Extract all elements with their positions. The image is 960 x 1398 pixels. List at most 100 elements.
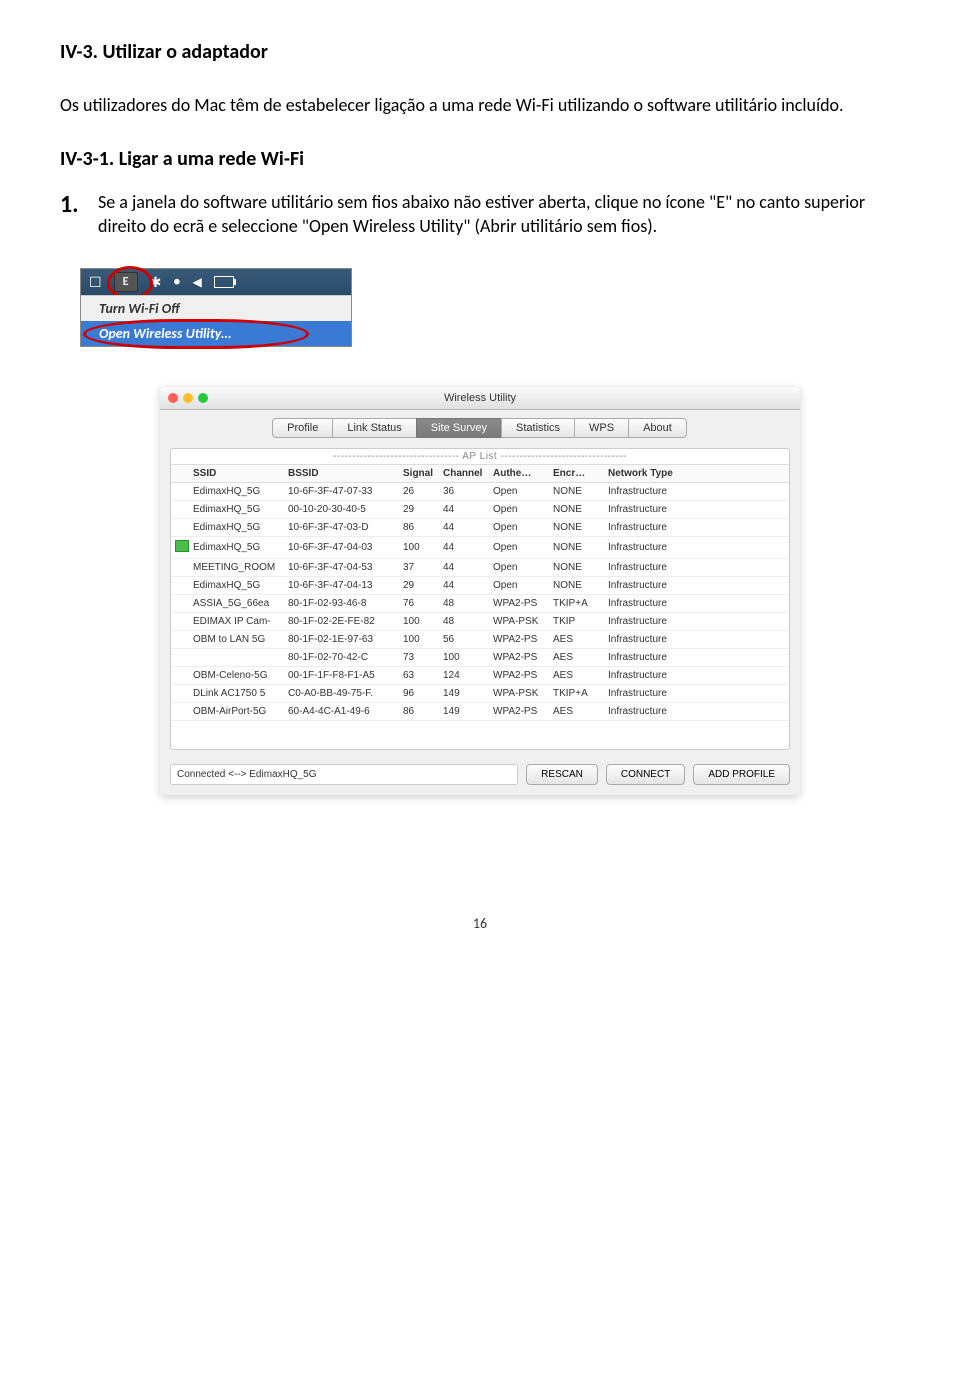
- table-cell: Infrastructure: [604, 631, 789, 649]
- table-cell: WPA-PSK: [489, 685, 549, 703]
- row-indicator: [171, 519, 189, 537]
- table-row[interactable]: EDIMAX IP Cam-80-1F-02-2E-FE-8210048WPA-…: [171, 613, 789, 631]
- row-indicator: [171, 667, 189, 685]
- table-cell: Infrastructure: [604, 613, 789, 631]
- tab-site-survey[interactable]: Site Survey: [416, 418, 502, 438]
- ap-list-panel: --------------------------------- AP Lis…: [170, 448, 790, 750]
- table-row[interactable]: EdimaxHQ_5G00-10-20-30-40-52944OpenNONEI…: [171, 501, 789, 519]
- table-row[interactable]: EdimaxHQ_5G10-6F-3F-47-03-D8644OpenNONEI…: [171, 519, 789, 537]
- section-heading: IV-3. Utilizar o adaptador: [60, 40, 900, 64]
- table-cell: 100: [399, 537, 439, 559]
- table-cell: NONE: [549, 537, 604, 559]
- table-cell: NONE: [549, 501, 604, 519]
- table-row[interactable]: OBM-Celeno-5G00-1F-1F-F8-F1-A563124WPA2-…: [171, 667, 789, 685]
- menu-item-turn-wifi-off[interactable]: Turn Wi-Fi Off: [81, 296, 351, 321]
- tab-statistics[interactable]: Statistics: [501, 418, 575, 438]
- table-cell: Open: [489, 577, 549, 595]
- row-indicator: [171, 559, 189, 577]
- col-nettype: Network Type: [604, 465, 789, 483]
- table-row[interactable]: OBM-AirPort-5G60-A4-4C-A1-49-686149WPA2-…: [171, 703, 789, 721]
- table-cell: 86: [399, 703, 439, 721]
- table-cell: 124: [439, 667, 489, 685]
- table-cell: 10-6F-3F-47-04-53: [284, 559, 399, 577]
- table-cell: 10-6F-3F-47-03-D: [284, 519, 399, 537]
- table-cell: WPA2-PS: [489, 649, 549, 667]
- table-cell: 29: [399, 501, 439, 519]
- e-utility-icon[interactable]: E: [114, 272, 138, 292]
- table-cell: 48: [439, 595, 489, 613]
- table-cell: ASSIA_5G_66ea: [189, 595, 284, 613]
- table-cell: 149: [439, 703, 489, 721]
- table-cell: [189, 649, 284, 667]
- row-indicator: [171, 501, 189, 519]
- table-cell: AES: [549, 649, 604, 667]
- tab-bar: Profile Link Status Site Survey Statisti…: [160, 410, 800, 442]
- table-row[interactable]: 80-1F-02-70-42-C73100WPA2-PSAESInfrastru…: [171, 649, 789, 667]
- table-cell: 86: [399, 519, 439, 537]
- table-cell: AES: [549, 667, 604, 685]
- page-number: 16: [60, 915, 900, 932]
- col-bssid: BSSID: [284, 465, 399, 483]
- table-cell: Open: [489, 519, 549, 537]
- window-controls[interactable]: [168, 393, 208, 403]
- sound-icon: ◀: [193, 275, 202, 290]
- table-cell: 80-1F-02-1E-97-63: [284, 631, 399, 649]
- table-cell: Infrastructure: [604, 703, 789, 721]
- add-profile-button[interactable]: ADD PROFILE: [693, 764, 790, 785]
- table-row[interactable]: MEETING_ROOM10-6F-3F-47-04-533744OpenNON…: [171, 559, 789, 577]
- table-row[interactable]: EdimaxHQ_5G10-6F-3F-47-07-332636OpenNONE…: [171, 483, 789, 501]
- status-bar: Connected <--> EdimaxHQ_5G RESCAN CONNEC…: [160, 756, 800, 795]
- table-cell: 29: [399, 577, 439, 595]
- table-cell: Open: [489, 483, 549, 501]
- col-signal: Signal: [399, 465, 439, 483]
- table-cell: 00-10-20-30-40-5: [284, 501, 399, 519]
- table-cell: 100: [399, 613, 439, 631]
- col-auth: Authe…: [489, 465, 549, 483]
- tab-wps[interactable]: WPS: [574, 418, 629, 438]
- table-cell: 56: [439, 631, 489, 649]
- close-icon[interactable]: [168, 393, 178, 403]
- table-cell: 80-1F-02-2E-FE-82: [284, 613, 399, 631]
- table-row[interactable]: DLink AC1750 5C0-A0-BB-49-75-F.96149WPA-…: [171, 685, 789, 703]
- tab-profile[interactable]: Profile: [272, 418, 333, 438]
- col-channel: Channel: [439, 465, 489, 483]
- battery-icon: [214, 276, 234, 288]
- dropbox-icon: ☐: [89, 274, 102, 291]
- minimize-icon[interactable]: [183, 393, 193, 403]
- table-cell: Infrastructure: [604, 577, 789, 595]
- row-indicator: [171, 483, 189, 501]
- step-number: 1.: [60, 189, 79, 220]
- window-title: Wireless Utility: [444, 392, 516, 404]
- table-cell: EdimaxHQ_5G: [189, 483, 284, 501]
- table-row[interactable]: EdimaxHQ_5G10-6F-3F-47-04-0310044OpenNON…: [171, 537, 789, 559]
- intro-paragraph: Os utilizadores do Mac têm de estabelece…: [60, 94, 900, 117]
- rescan-button[interactable]: RESCAN: [526, 764, 598, 785]
- table-cell: 63: [399, 667, 439, 685]
- table-cell: Infrastructure: [604, 667, 789, 685]
- table-cell: 100: [399, 631, 439, 649]
- tab-about[interactable]: About: [628, 418, 687, 438]
- menu-item-open-wireless-utility[interactable]: Open Wireless Utility…: [81, 321, 351, 346]
- table-cell: Infrastructure: [604, 685, 789, 703]
- table-row[interactable]: ASSIA_5G_66ea80-1F-02-93-46-87648WPA2-PS…: [171, 595, 789, 613]
- zoom-icon[interactable]: [198, 393, 208, 403]
- ap-table: SSID BSSID Signal Channel Authe… Encr… N…: [171, 465, 789, 721]
- table-cell: EdimaxHQ_5G: [189, 537, 284, 559]
- table-cell: WPA2-PS: [489, 703, 549, 721]
- table-cell: 00-1F-1F-F8-F1-A5: [284, 667, 399, 685]
- table-cell: 96: [399, 685, 439, 703]
- table-cell: 73: [399, 649, 439, 667]
- table-cell: Open: [489, 537, 549, 559]
- bluetooth-icon: ✱: [150, 274, 162, 291]
- table-row[interactable]: EdimaxHQ_5G10-6F-3F-47-04-132944OpenNONE…: [171, 577, 789, 595]
- table-row[interactable]: OBM to LAN 5G80-1F-02-1E-97-6310056WPA2-…: [171, 631, 789, 649]
- tab-link-status[interactable]: Link Status: [332, 418, 416, 438]
- row-indicator: [171, 703, 189, 721]
- table-cell: Infrastructure: [604, 649, 789, 667]
- table-cell: 76: [399, 595, 439, 613]
- table-cell: 10-6F-3F-47-04-03: [284, 537, 399, 559]
- connect-button[interactable]: CONNECT: [606, 764, 685, 785]
- table-cell: OBM to LAN 5G: [189, 631, 284, 649]
- table-cell: 60-A4-4C-A1-49-6: [284, 703, 399, 721]
- table-cell: NONE: [549, 559, 604, 577]
